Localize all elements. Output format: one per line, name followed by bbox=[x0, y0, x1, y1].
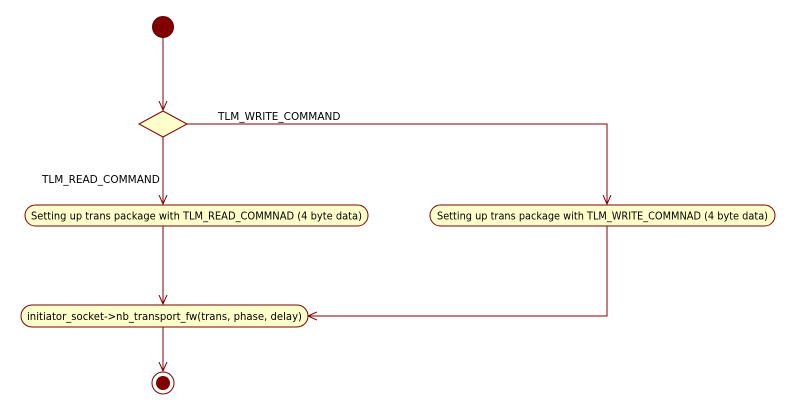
read-setup-action[interactable]: Setting up trans package with TLM_READ_C… bbox=[24, 204, 369, 227]
transport-action[interactable]: initiator_socket->nb_transport_fw(trans,… bbox=[20, 304, 309, 328]
edge-write-to-transport bbox=[308, 226, 608, 316]
transport-label: initiator_socket->nb_transport_fw(trans,… bbox=[27, 311, 302, 323]
guard-read-label: TLM_READ_COMMAND bbox=[41, 174, 160, 186]
final-node[interactable] bbox=[151, 371, 175, 395]
edge-decision-to-write bbox=[187, 123, 607, 204]
read-setup-label: Setting up trans package with TLM_READ_C… bbox=[31, 211, 362, 223]
write-setup-label: Setting up trans package with TLM_WRITE_… bbox=[437, 211, 768, 223]
guard-write-label: TLM_WRITE_COMMAND bbox=[217, 111, 340, 123]
initial-node[interactable] bbox=[152, 16, 174, 38]
write-setup-action[interactable]: Setting up trans package with TLM_WRITE_… bbox=[429, 204, 776, 227]
activity-diagram: TLM_WRITE_COMMAND TLM_READ_COMMAND Setti… bbox=[20, 16, 776, 395]
decision-node[interactable] bbox=[137, 110, 189, 138]
